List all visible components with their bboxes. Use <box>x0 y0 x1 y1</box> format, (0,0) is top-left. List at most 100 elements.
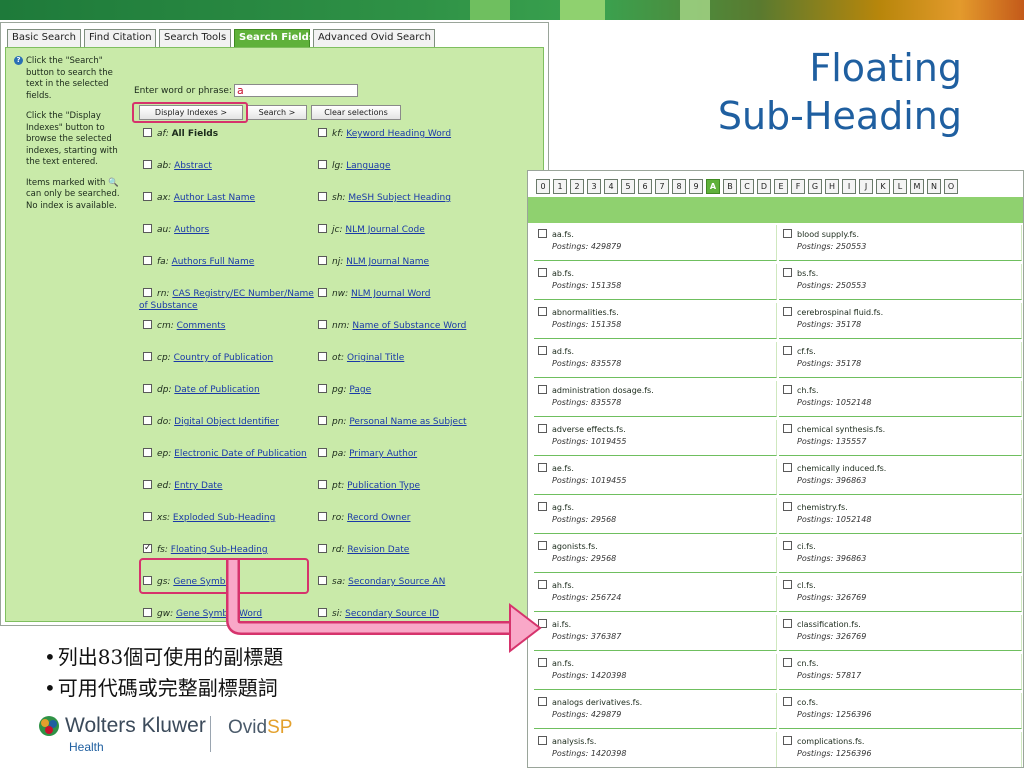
tab-advanced-ovid-search[interactable]: Advanced Ovid Search <box>313 29 435 47</box>
index-checkbox[interactable] <box>783 580 792 589</box>
letter-0[interactable]: 0 <box>536 179 550 194</box>
field-checkbox[interactable] <box>143 384 152 393</box>
field-link[interactable]: Secondary Source ID <box>345 609 439 619</box>
field-link[interactable]: Secondary Source AN <box>348 577 445 587</box>
letter-b[interactable]: B <box>723 179 737 194</box>
index-checkbox[interactable] <box>538 736 547 745</box>
field-link[interactable]: Keyword Heading Word <box>346 129 451 139</box>
field-checkbox[interactable] <box>318 416 327 425</box>
letter-h[interactable]: H <box>825 179 839 194</box>
field-checkbox[interactable] <box>318 160 327 169</box>
index-checkbox[interactable] <box>538 268 547 277</box>
field-link[interactable]: Entry Date <box>174 481 222 491</box>
field-link[interactable]: Exploded Sub-Heading <box>173 513 275 523</box>
field-link[interactable]: Digital Object Identifier <box>174 417 279 427</box>
index-checkbox[interactable] <box>783 697 792 706</box>
field-link[interactable]: Author Last Name <box>174 193 255 203</box>
index-checkbox[interactable] <box>783 307 792 316</box>
field-checkbox[interactable] <box>318 608 327 617</box>
field-checkbox[interactable] <box>143 256 152 265</box>
field-checkbox[interactable] <box>318 256 327 265</box>
field-checkbox[interactable] <box>143 320 152 329</box>
field-link[interactable]: Name of Substance Word <box>352 321 466 331</box>
letter-g[interactable]: G <box>808 179 822 194</box>
field-link[interactable]: Original Title <box>347 353 404 363</box>
index-checkbox[interactable] <box>538 541 547 550</box>
field-link[interactable]: Electronic Date of Publication <box>174 449 307 459</box>
field-link[interactable]: Date of Publication <box>174 385 259 395</box>
letter-e[interactable]: E <box>774 179 788 194</box>
field-checkbox[interactable] <box>143 608 152 617</box>
field-link[interactable]: Authors <box>174 225 209 235</box>
index-checkbox[interactable] <box>538 658 547 667</box>
letter-4[interactable]: 4 <box>604 179 618 194</box>
tab-basic-search[interactable]: Basic Search <box>7 29 81 47</box>
tab-find-citation[interactable]: Find Citation <box>84 29 156 47</box>
field-link[interactable]: NLM Journal Name <box>346 257 429 267</box>
field-checkbox[interactable] <box>318 480 327 489</box>
field-checkbox[interactable] <box>143 160 152 169</box>
field-link[interactable]: Page <box>349 385 371 395</box>
search-input[interactable] <box>234 84 358 97</box>
index-checkbox[interactable] <box>783 502 792 511</box>
field-checkbox[interactable] <box>143 352 152 361</box>
field-checkbox[interactable] <box>318 352 327 361</box>
field-checkbox[interactable] <box>318 512 327 521</box>
tab-search-fields[interactable]: Search Fields <box>234 29 315 47</box>
field-link[interactable]: Record Owner <box>347 513 410 523</box>
index-checkbox[interactable] <box>783 736 792 745</box>
field-link[interactable]: Primary Author <box>349 449 417 459</box>
letter-d[interactable]: D <box>757 179 771 194</box>
letter-5[interactable]: 5 <box>621 179 635 194</box>
index-checkbox[interactable] <box>783 268 792 277</box>
letter-m[interactable]: M <box>910 179 924 194</box>
field-checkbox[interactable] <box>318 128 327 137</box>
field-checkbox[interactable] <box>143 224 152 233</box>
field-link[interactable]: Comments <box>177 321 226 331</box>
field-link[interactable]: MeSH Subject Heading <box>348 193 451 203</box>
index-checkbox[interactable] <box>783 619 792 628</box>
index-checkbox[interactable] <box>783 229 792 238</box>
index-checkbox[interactable] <box>783 541 792 550</box>
field-checkbox[interactable] <box>143 288 152 297</box>
field-checkbox[interactable] <box>143 512 152 521</box>
field-checkbox[interactable] <box>143 542 152 554</box>
field-checkbox[interactable] <box>318 288 327 297</box>
letter-2[interactable]: 2 <box>570 179 584 194</box>
field-link[interactable]: Abstract <box>174 161 212 171</box>
letter-c[interactable]: C <box>740 179 754 194</box>
field-checkbox[interactable] <box>143 448 152 457</box>
search-button[interactable]: Search > <box>247 105 307 120</box>
field-checkbox[interactable] <box>143 416 152 425</box>
index-checkbox[interactable] <box>538 346 547 355</box>
letter-7[interactable]: 7 <box>655 179 669 194</box>
letter-f[interactable]: F <box>791 179 805 194</box>
field-link[interactable]: Publication Type <box>347 481 420 491</box>
index-checkbox[interactable] <box>538 229 547 238</box>
index-checkbox[interactable] <box>538 619 547 628</box>
index-checkbox[interactable] <box>783 385 792 394</box>
index-checkbox[interactable] <box>538 307 547 316</box>
field-checkbox[interactable] <box>318 320 327 329</box>
field-link[interactable]: Authors Full Name <box>172 257 255 267</box>
field-checkbox[interactable] <box>318 576 327 585</box>
tab-search-tools[interactable]: Search Tools <box>159 29 231 47</box>
letter-n[interactable]: N <box>927 179 941 194</box>
field-link[interactable]: Country of Publication <box>174 353 274 363</box>
field-checkbox[interactable] <box>143 480 152 489</box>
letter-k[interactable]: K <box>876 179 890 194</box>
field-link[interactable]: All Fields <box>172 129 219 139</box>
letter-i[interactable]: I <box>842 179 856 194</box>
index-checkbox[interactable] <box>538 580 547 589</box>
field-link[interactable]: NLM Journal Code <box>345 225 424 235</box>
field-checkbox[interactable] <box>318 192 327 201</box>
letter-8[interactable]: 8 <box>672 179 686 194</box>
field-link-continued[interactable]: of Substance <box>139 301 198 311</box>
field-link[interactable]: CAS Registry/EC Number/Name <box>172 289 313 299</box>
letter-9[interactable]: 9 <box>689 179 703 194</box>
index-checkbox[interactable] <box>783 658 792 667</box>
letter-o[interactable]: O <box>944 179 958 194</box>
letter-1[interactable]: 1 <box>553 179 567 194</box>
field-checkbox[interactable] <box>318 224 327 233</box>
letter-a[interactable]: A <box>706 179 720 194</box>
